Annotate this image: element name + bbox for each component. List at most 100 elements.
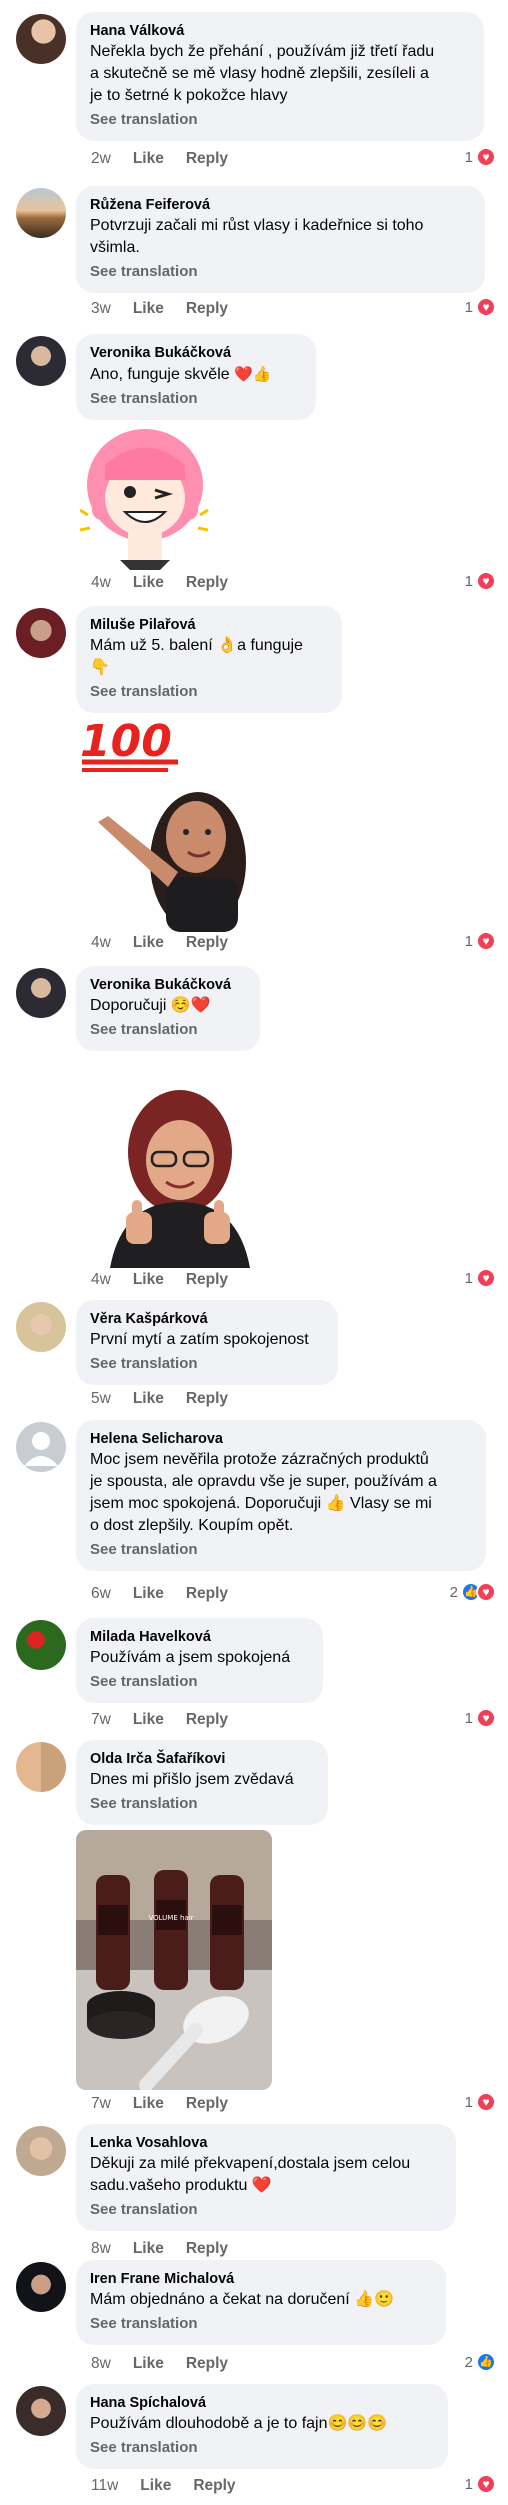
reply-button[interactable]: Reply: [186, 574, 228, 591]
author-name[interactable]: Lenka Vosahlova: [90, 2133, 442, 2153]
like-button[interactable]: Like: [140, 2477, 171, 2494]
timestamp[interactable]: 4w: [91, 1271, 111, 1288]
reply-button[interactable]: Reply: [186, 150, 228, 167]
see-translation-link[interactable]: See translation: [90, 1019, 246, 1041]
avatar[interactable]: [16, 1422, 66, 1472]
reply-button[interactable]: Reply: [186, 2355, 228, 2372]
see-translation-link[interactable]: See translation: [90, 681, 328, 703]
reply-button[interactable]: Reply: [186, 1585, 228, 1602]
reaction-summary[interactable]: 2 👍: [465, 2352, 496, 2372]
reply-button[interactable]: Reply: [186, 1390, 228, 1407]
timestamp[interactable]: 7w: [91, 1711, 111, 1728]
reaction-summary[interactable]: 1 ♥: [465, 1708, 496, 1728]
reply-button[interactable]: Reply: [193, 2477, 235, 2494]
avatar[interactable]: [16, 1302, 66, 1352]
reaction-summary[interactable]: 1 ♥: [465, 2092, 496, 2112]
avatar[interactable]: [16, 2262, 66, 2312]
comment-bubble: Milada Havelková Používám a jsem spokoje…: [76, 1618, 323, 1703]
avatar[interactable]: [16, 188, 66, 238]
heart-icon: ♥: [476, 2092, 496, 2112]
sticker[interactable]: [80, 420, 210, 570]
reply-button[interactable]: Reply: [186, 1271, 228, 1288]
product-photo[interactable]: VOLUME hair: [76, 1830, 272, 2090]
author-name[interactable]: Veronika Bukáčková: [90, 975, 246, 995]
avatar[interactable]: [16, 1620, 66, 1670]
reaction-summary[interactable]: 1 ♥: [465, 297, 496, 317]
author-name[interactable]: Milada Havelková: [90, 1627, 309, 1647]
reply-button[interactable]: Reply: [186, 934, 228, 951]
timestamp[interactable]: 5w: [91, 1390, 111, 1407]
see-translation-link[interactable]: See translation: [90, 1539, 472, 1561]
timestamp[interactable]: 3w: [91, 300, 111, 317]
reaction-count: 1: [464, 1709, 473, 1727]
author-name[interactable]: Helena Selicharova: [90, 1429, 472, 1449]
comment-actions: 4w Like Reply: [91, 1271, 250, 1289]
sticker[interactable]: [92, 1082, 272, 1268]
author-name[interactable]: Růžena Feiferová: [90, 195, 471, 215]
reaction-summary[interactable]: 1 ♥: [465, 1268, 496, 1288]
reply-button[interactable]: Reply: [186, 300, 228, 317]
timestamp[interactable]: 2w: [91, 150, 111, 167]
avatar[interactable]: [16, 968, 66, 1018]
timestamp[interactable]: 4w: [91, 574, 111, 591]
like-button[interactable]: Like: [133, 1585, 164, 1602]
avatar[interactable]: [16, 608, 66, 658]
reaction-summary[interactable]: 1 ♥: [465, 147, 496, 167]
see-translation-link[interactable]: See translation: [90, 2313, 432, 2335]
sticker[interactable]: 100: [78, 712, 258, 932]
timestamp[interactable]: 8w: [91, 2355, 111, 2372]
author-name[interactable]: Olda Irča Šafaříkovi: [90, 1749, 314, 1769]
reaction-count: 1: [464, 2475, 473, 2493]
like-button[interactable]: Like: [133, 2355, 164, 2372]
reaction-count: 2: [449, 1583, 458, 1601]
reaction-summary[interactable]: 1 ♥: [465, 571, 496, 591]
avatar[interactable]: [16, 2386, 66, 2436]
avatar[interactable]: [16, 1742, 66, 1792]
timestamp[interactable]: 8w: [91, 2240, 111, 2257]
see-translation-link[interactable]: See translation: [90, 1793, 314, 1815]
like-button[interactable]: Like: [133, 934, 164, 951]
see-translation-link[interactable]: See translation: [90, 2437, 434, 2459]
comment-bubble: Hana Spíchalová Používám dlouhodobě a je…: [76, 2384, 448, 2469]
author-name[interactable]: Veronika Bukáčková: [90, 343, 302, 363]
comment-text-line: Moc jsem nevěřila protože zázračných pro…: [90, 1451, 429, 1468]
see-translation-link[interactable]: See translation: [90, 109, 470, 131]
like-button[interactable]: Like: [133, 1711, 164, 1728]
like-button[interactable]: Like: [133, 300, 164, 317]
see-translation-link[interactable]: See translation: [90, 261, 471, 283]
reply-button[interactable]: Reply: [186, 1711, 228, 1728]
reaction-summary[interactable]: 2 👍 ♥: [450, 1582, 496, 1602]
author-name[interactable]: Hana Válková: [90, 21, 470, 41]
see-translation-link[interactable]: See translation: [90, 388, 302, 410]
timestamp[interactable]: 11w: [91, 2477, 118, 2494]
timestamp[interactable]: 6w: [91, 1585, 111, 1602]
reply-button[interactable]: Reply: [186, 2095, 228, 2112]
see-translation-link[interactable]: See translation: [90, 2199, 442, 2221]
avatar[interactable]: [16, 14, 66, 64]
see-translation-link[interactable]: See translation: [90, 1671, 309, 1693]
like-button[interactable]: Like: [133, 150, 164, 167]
like-button[interactable]: Like: [133, 2095, 164, 2112]
comment-actions: 5w Like Reply: [91, 1390, 250, 1408]
timestamp[interactable]: 7w: [91, 2095, 111, 2112]
reply-button[interactable]: Reply: [186, 2240, 228, 2257]
like-button[interactable]: Like: [133, 574, 164, 591]
reaction-count: 1: [464, 2093, 473, 2111]
timestamp[interactable]: 4w: [91, 934, 111, 951]
reaction-summary[interactable]: 1 ♥: [465, 931, 496, 951]
heart-icon: ♥: [476, 571, 496, 591]
author-name[interactable]: Miluše Pilařová: [90, 615, 328, 635]
author-name[interactable]: Věra Kašpárková: [90, 1309, 324, 1329]
avatar[interactable]: [16, 336, 66, 386]
like-button[interactable]: Like: [133, 1390, 164, 1407]
like-button[interactable]: Like: [133, 2240, 164, 2257]
comment-text-line: Mám už 5. balení 👌a funguje: [90, 637, 303, 654]
reaction-summary[interactable]: 1 ♥: [465, 2474, 496, 2494]
see-translation-link[interactable]: See translation: [90, 1353, 324, 1375]
avatar[interactable]: [16, 2126, 66, 2176]
heart-icon: ♥: [476, 1708, 496, 1728]
comment-actions: 7w Like Reply: [91, 2095, 250, 2113]
author-name[interactable]: Hana Spíchalová: [90, 2393, 434, 2413]
like-button[interactable]: Like: [133, 1271, 164, 1288]
author-name[interactable]: Iren Frane Michalová: [90, 2269, 432, 2289]
